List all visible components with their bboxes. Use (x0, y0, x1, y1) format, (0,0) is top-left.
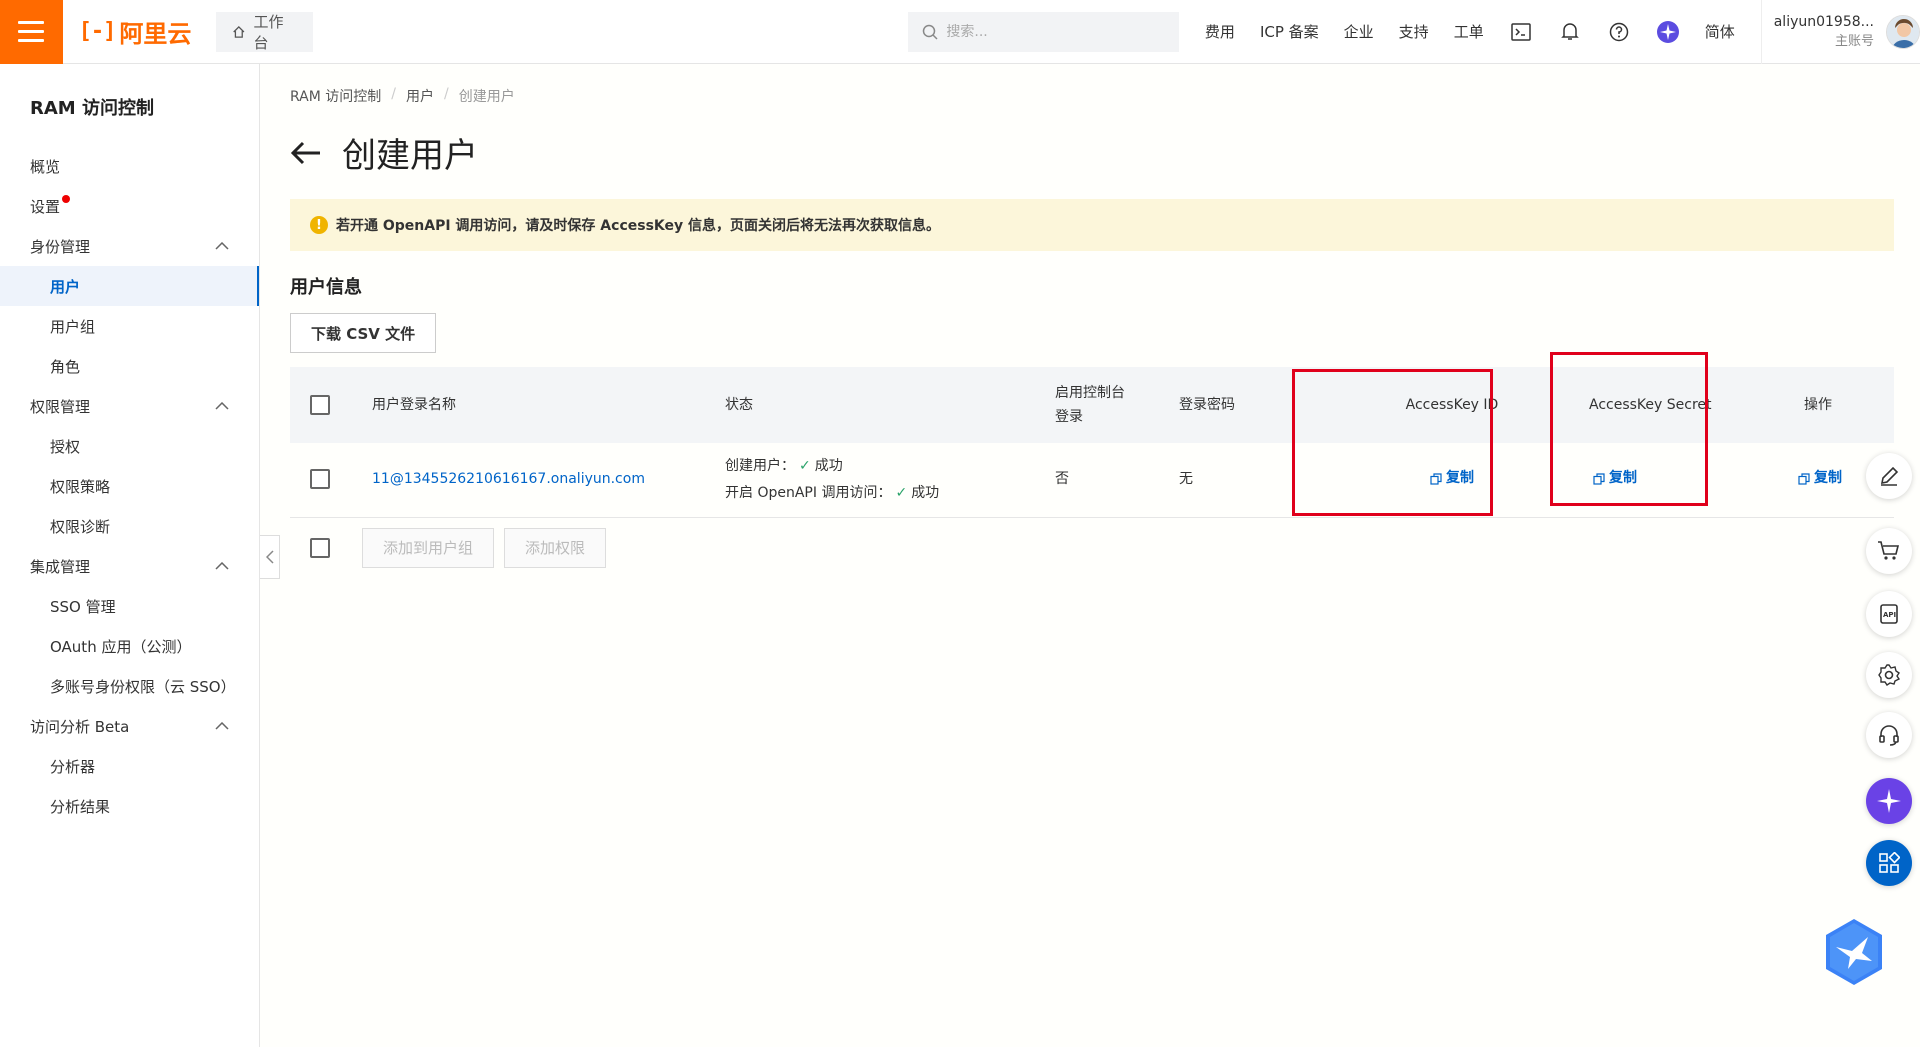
sidebar-item-analyzer[interactable]: 分析器 (0, 746, 259, 786)
aliyun-logo[interactable]: [-] 阿里云 (79, 0, 198, 64)
nav-billing[interactable]: 费用 (1205, 21, 1235, 42)
sidebar-title: RAM 访问控制 (30, 98, 154, 119)
top-bar: [-] 阿里云 工作台 费用 ICP 备案 企业 支持 工单 简体 aliyun… (0, 0, 1920, 64)
edit-float-button[interactable] (1866, 453, 1912, 499)
sidebar-item-grants[interactable]: 授权 (0, 426, 259, 466)
header-operations: 操作 (1804, 397, 1832, 413)
sidebar: RAM 访问控制 概览 设置 身份管理 用户 用户组 角色 权限管理 授权 权限… (0, 64, 260, 1047)
row-checkbox[interactable] (310, 469, 330, 490)
nav-enterprise[interactable]: 企业 (1344, 21, 1374, 42)
sidebar-item-users[interactable]: 用户 (0, 266, 259, 306)
language-switch[interactable]: 简体 (1705, 21, 1735, 42)
page-title: 创建用户 (342, 136, 478, 176)
sidebar-item-analysis-results[interactable]: 分析结果 (0, 786, 259, 826)
breadcrumb-current: 创建用户 (458, 89, 515, 105)
notification-dot (62, 195, 71, 203)
sidebar-group-permission[interactable]: 权限管理 (0, 386, 259, 426)
header-login-name: 用户登录名称 (372, 397, 456, 413)
settings-float-button[interactable] (1866, 652, 1912, 698)
workbench-label: 工作台 (253, 12, 284, 52)
breadcrumb-ram[interactable]: RAM 访问控制 (290, 86, 381, 106)
section-title: 用户信息 (290, 277, 362, 298)
header-console-login: 启用控制台登录 (1055, 385, 1125, 425)
breadcrumb: RAM 访问控制 / 用户 / 创建用户 (290, 86, 515, 106)
sidebar-item-roles[interactable]: 角色 (0, 346, 259, 386)
svg-text:API: API (1883, 611, 1896, 619)
highlight-accesskey-secret (1550, 352, 1708, 506)
warning-icon: ! (310, 216, 328, 234)
console-login-value: 否 (1055, 471, 1069, 488)
alert-text: 若开通 OpenAPI 调用访问，请及时保存 AccessKey 信息，页面关闭… (336, 218, 941, 234)
warning-alert: ! 若开通 OpenAPI 调用访问，请及时保存 AccessKey 信息，页面… (290, 199, 1894, 251)
highlight-accesskey-id (1292, 369, 1493, 516)
nav-icp[interactable]: ICP 备案 (1260, 21, 1319, 42)
status-cell: 创建用户： ✓ 成功 开启 OpenAPI 调用访问： ✓ 成功 (725, 457, 940, 501)
grid-icon (1879, 852, 1900, 873)
home-icon (233, 25, 245, 38)
sidebar-collapse-button[interactable] (260, 535, 280, 579)
sidebar-item-policies[interactable]: 权限策略 (0, 466, 259, 506)
search-box[interactable] (908, 11, 1179, 52)
sidebar-item-user-groups[interactable]: 用户组 (0, 306, 259, 346)
sidebar-item-overview[interactable]: 概览 (0, 146, 259, 186)
avatar[interactable] (1886, 14, 1920, 49)
headset-icon (1879, 725, 1899, 746)
sidebar-group-identity[interactable]: 身份管理 (0, 226, 259, 266)
chevron-up-icon (215, 722, 229, 730)
bell-icon[interactable] (1558, 20, 1582, 44)
top-nav: 费用 ICP 备案 企业 支持 工单 简体 (1205, 20, 1735, 44)
user-role: 主账号 (1834, 33, 1874, 49)
api-float-button[interactable]: API (1866, 591, 1912, 637)
chevron-left-icon (265, 550, 274, 564)
header-status: 状态 (725, 397, 753, 413)
api-icon: API (1880, 604, 1898, 624)
sidebar-item-diagnosis[interactable]: 权限诊断 (0, 506, 259, 546)
user-menu[interactable]: aliyun01958... 主账号 (1760, 0, 1920, 64)
workbench-button[interactable]: 工作台 (215, 11, 314, 52)
check-icon: ✓ (799, 457, 811, 474)
sidebar-item-settings[interactable]: 设置 (0, 186, 259, 226)
help-icon[interactable] (1607, 20, 1631, 44)
add-to-group-button[interactable]: 添加到用户组 (362, 527, 495, 568)
ai-assistant-icon[interactable] (1656, 20, 1680, 44)
sparkle-icon (1877, 789, 1901, 813)
batch-actions: 添加到用户组 添加权限 (290, 527, 1890, 568)
batch-select-checkbox[interactable] (310, 537, 330, 558)
user-login-name-link[interactable]: 11@1345526210616167.onaliyun.com (372, 471, 645, 487)
copy-icon (1798, 472, 1810, 485)
menu-icon[interactable] (0, 0, 63, 64)
select-all-checkbox[interactable] (310, 395, 330, 415)
copy-all-button[interactable]: 复制 (1798, 465, 1842, 492)
sidebar-group-analysis[interactable]: 访问分析 Beta (0, 706, 259, 746)
nav-support[interactable]: 支持 (1399, 21, 1429, 42)
chevron-up-icon (215, 242, 229, 250)
pencil-icon (1880, 466, 1899, 486)
add-permission-button[interactable]: 添加权限 (504, 527, 607, 568)
apps-float-button[interactable] (1866, 840, 1912, 886)
cart-icon (1878, 541, 1900, 560)
user-name: aliyun01958... (1773, 13, 1874, 30)
support-float-button[interactable] (1866, 712, 1912, 758)
chevron-up-icon (215, 402, 229, 410)
breadcrumb-users[interactable]: 用户 (406, 86, 434, 106)
nav-ticket[interactable]: 工单 (1454, 21, 1484, 42)
cart-float-button[interactable] (1866, 528, 1912, 574)
sidebar-item-cloud-sso[interactable]: 多账号身份权限（云 SSO） (0, 666, 259, 706)
assistant-bird-icon[interactable] (1822, 917, 1886, 987)
sidebar-item-sso[interactable]: SSO 管理 (0, 586, 259, 626)
gear-icon (1878, 664, 1901, 686)
back-arrow-icon[interactable] (290, 140, 322, 166)
check-icon: ✓ (895, 484, 908, 501)
download-csv-button[interactable]: 下载 CSV 文件 (290, 313, 437, 353)
search-input[interactable] (946, 23, 1147, 40)
sidebar-item-oauth[interactable]: OAuth 应用（公测） (0, 626, 259, 666)
logo-mark: [-] (78, 19, 117, 44)
chevron-up-icon (215, 562, 229, 570)
sidebar-group-integration[interactable]: 集成管理 (0, 546, 259, 586)
logo-text: 阿里云 (119, 20, 192, 48)
terminal-icon[interactable] (1509, 20, 1533, 44)
ai-float-button[interactable] (1866, 778, 1912, 824)
search-icon (923, 24, 938, 40)
